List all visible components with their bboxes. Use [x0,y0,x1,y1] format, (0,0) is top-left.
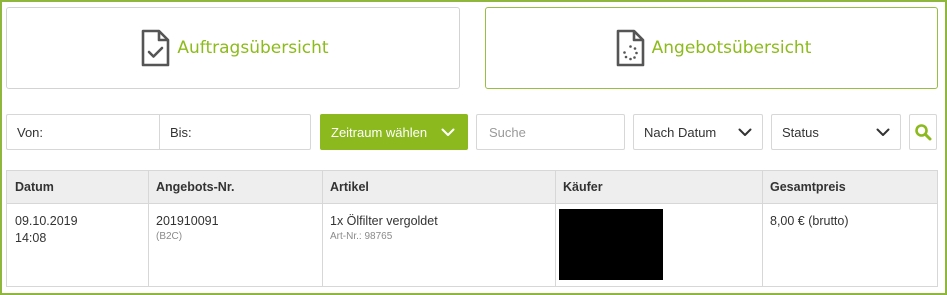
status-selected-value: Status [782,124,819,140]
chevron-down-icon [876,128,890,136]
buyer-redacted-block [559,209,663,280]
row-customer-type: (B2C) [156,231,183,242]
column-divider [555,171,556,286]
date-from-field[interactable]: Von: [6,114,159,150]
row-article-number: Art-Nr.: 98765 [330,231,393,242]
date-to-field[interactable]: Bis: [159,114,311,150]
chevron-down-icon [441,128,455,136]
document-loading-icon [616,29,644,67]
cell-date: 09.10.2019 14:08 [7,213,148,247]
select-period-label: Zeitraum wählen [331,124,428,140]
search-placeholder: Suche [489,124,526,140]
search-input[interactable]: Suche [476,114,625,150]
row-article: 1x Ölfilter vergoldet [330,214,438,228]
row-date: 09.10.2019 [15,214,78,228]
offers-table: Datum Angebots-Nr. Artikel Käufer Gesamt… [6,170,938,287]
chevron-down-icon [738,128,752,136]
date-to-label: Bis: [170,124,192,140]
offer-overview-label: Angebotsübersicht [651,38,812,58]
order-overview-tile[interactable]: Auftragsübersicht [6,7,460,89]
offer-overview-tile[interactable]: Angebotsübersicht [485,7,938,89]
column-header-date[interactable]: Datum [7,171,148,204]
select-period-button[interactable]: Zeitraum wählen [320,114,468,150]
column-header-offer-number[interactable]: Angebots-Nr. [148,171,322,204]
status-select[interactable]: Status [771,114,901,150]
document-check-icon [142,29,170,67]
row-total-price: 8,00 € (brutto) [770,214,849,228]
cell-total-price: 8,00 € (brutto) [762,213,937,230]
row-offer-number: 201910091 [156,214,219,228]
sort-selected-value: Nach Datum [644,124,717,140]
date-from-label: Von: [17,124,44,140]
magnifier-icon [915,124,932,141]
column-header-total-price[interactable]: Gesamtpreis [762,171,937,204]
row-time: 14:08 [15,231,47,245]
sort-select[interactable]: Nach Datum [633,114,763,150]
cell-offer-number: 201910091 (B2C) [148,213,322,244]
column-header-article[interactable]: Artikel [322,171,555,204]
column-header-buyer[interactable]: Käufer [555,171,762,204]
cell-article: 1x Ölfilter vergoldet Art-Nr.: 98765 [322,213,555,244]
search-button[interactable] [909,114,937,150]
order-overview-label: Auftragsübersicht [177,38,329,58]
